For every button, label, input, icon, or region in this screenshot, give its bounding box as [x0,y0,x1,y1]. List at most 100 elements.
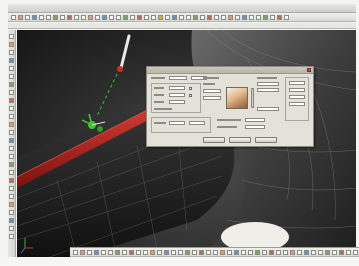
toolbar-tool-icon[interactable] [164,249,169,255]
toolbar-tool-icon[interactable] [9,82,14,87]
toolbar-tool-icon[interactable] [200,14,205,20]
dialog-field[interactable] [189,121,205,125]
preview-slider[interactable] [251,88,254,108]
toolbar-tool-icon[interactable] [9,194,14,199]
toolbar-tool-icon[interactable] [94,249,99,255]
toolbar-tool-icon[interactable] [221,14,226,20]
toolbar-tool-icon[interactable] [73,249,78,255]
dialog-field[interactable] [245,118,265,122]
toolbar-tool-icon[interactable] [129,249,134,255]
toolbar-tool-icon[interactable] [46,14,51,20]
toolbar-tool-icon[interactable] [220,249,225,255]
toolbar-tool-icon[interactable] [192,249,197,255]
material-preview[interactable] [226,87,248,109]
toolbar-tool-icon[interactable] [277,14,282,20]
toolbar-tool-icon[interactable] [123,14,128,20]
toolbar-tool-icon[interactable] [9,162,14,167]
toolbar-tool-icon[interactable] [137,14,142,20]
dialog-field[interactable] [257,107,279,111]
dialog-field[interactable] [169,121,185,125]
toolbar-tool-icon[interactable] [9,98,14,103]
toolbar-tool-icon[interactable] [207,14,212,20]
toolbar-tool-icon[interactable] [171,249,176,255]
toolbar-tool-icon[interactable] [213,249,218,255]
toolbar-tool-icon[interactable] [235,14,240,20]
dialog-field[interactable] [169,100,185,104]
toolbar-tool-icon[interactable] [80,249,85,255]
dialog-field[interactable] [169,93,185,97]
dialog-field[interactable] [289,88,305,92]
toolbar-tool-icon[interactable] [81,14,86,20]
toolbar-tool-icon[interactable] [151,14,156,20]
toolbar-tool-icon[interactable] [150,249,155,255]
toolbar-tool-icon[interactable] [284,14,289,20]
toolbar-tool-icon[interactable] [339,249,344,255]
toolbar-tool-icon[interactable] [283,249,288,255]
toolbar-tool-icon[interactable] [9,154,14,159]
toolbar-tool-icon[interactable] [39,14,44,20]
toolbar-tool-icon[interactable] [185,249,190,255]
toolbar-tool-icon[interactable] [136,249,141,255]
dialog-field[interactable] [169,76,187,80]
toolbar-tool-icon[interactable] [248,249,253,255]
toolbar-tool-icon[interactable] [87,249,92,255]
toolbar-tool-icon[interactable] [101,249,106,255]
toolbar-tool-icon[interactable] [304,249,309,255]
toolbar-tool-icon[interactable] [256,14,261,20]
toolbar-tool-icon[interactable] [318,249,323,255]
toolbar-tool-icon[interactable] [290,249,295,255]
dialog-apply-button[interactable] [255,137,277,143]
toolbar-tool-icon[interactable] [311,249,316,255]
toolbar-tool-icon[interactable] [67,14,72,20]
toolbar-tool-icon[interactable] [178,249,183,255]
toolbar-tool-icon[interactable] [172,14,177,20]
toolbar-tool-icon[interactable] [353,249,358,255]
toolbar-tool-icon[interactable] [228,14,233,20]
toolbar-tool-icon[interactable] [74,14,79,20]
toolbar-tool-icon[interactable] [9,114,14,119]
toolbar-tool-icon[interactable] [32,14,37,20]
toolbar-tool-icon[interactable] [18,14,23,20]
toolbar-tool-icon[interactable] [130,14,135,20]
toolbar-tool-icon[interactable] [276,249,281,255]
toolbar-tool-icon[interactable] [109,14,114,20]
dialog-field[interactable] [169,86,185,90]
dialog-ok-button[interactable] [203,137,225,143]
toolbar-tool-icon[interactable] [9,210,14,215]
toolbar-tool-icon[interactable] [9,66,14,71]
toolbar-tool-icon[interactable] [179,14,184,20]
toolbar-tool-icon[interactable] [249,14,254,20]
toolbar-tool-icon[interactable] [143,249,148,255]
toolbar-tool-icon[interactable] [122,249,127,255]
dialog-field[interactable] [203,96,221,100]
probe-icon[interactable] [117,66,123,72]
toolbar-tool-icon[interactable] [270,14,275,20]
toolbar-tool-icon[interactable] [214,14,219,20]
toolbar-tool-icon[interactable] [11,14,16,20]
toolbar-tool-icon[interactable] [9,74,14,79]
toolbar-tool-icon[interactable] [158,14,163,20]
toolbar-tool-icon[interactable] [9,122,14,127]
toolbar-tool-icon[interactable] [9,146,14,151]
toolbar-tool-icon[interactable] [255,249,260,255]
toolbar-tool-icon[interactable] [269,249,274,255]
dialog-title-bar[interactable] [147,67,313,74]
toolbar-tool-icon[interactable] [9,218,14,223]
toolbar-tool-icon[interactable] [102,14,107,20]
toolbar-tool-icon[interactable] [9,234,14,239]
toolbar-tool-icon[interactable] [242,14,247,20]
dialog-field[interactable] [289,102,305,106]
toolbar-tool-icon[interactable] [346,249,351,255]
dialog-field[interactable] [245,125,265,129]
dialog-field[interactable] [257,88,279,92]
toolbar-tool-icon[interactable] [25,14,30,20]
toolbar-tool-icon[interactable] [9,42,14,47]
toolbar-tool-icon[interactable] [241,249,246,255]
toolbar-tool-icon[interactable] [297,249,302,255]
toolbar-tool-icon[interactable] [263,14,268,20]
toolbar-tool-icon[interactable] [9,90,14,95]
toolbar-tool-icon[interactable] [144,14,149,20]
dialog-field[interactable] [257,82,279,86]
toolbar-tool-icon[interactable] [88,14,93,20]
toolbar-tool-icon[interactable] [9,178,14,183]
